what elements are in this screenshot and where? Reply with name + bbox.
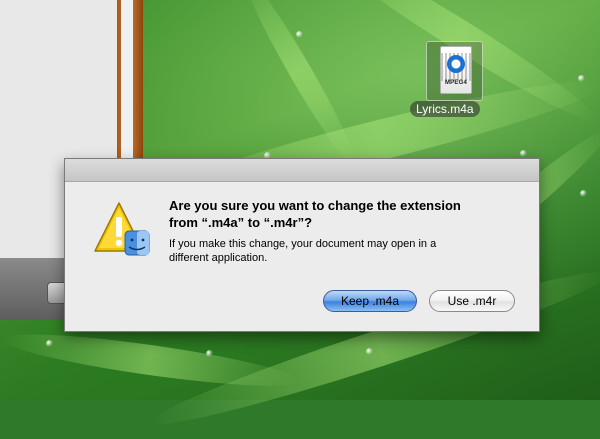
finder-face-icon [124, 230, 150, 256]
file-badge: MPEG4 [444, 80, 467, 86]
mpeg4-document-icon: MPEG4 [440, 46, 472, 94]
desktop-file-name[interactable]: Lyrics.m4a [410, 101, 480, 117]
use-new-extension-button[interactable]: Use .m4r [429, 290, 515, 312]
caution-icon [94, 202, 150, 256]
desktop-file-icon[interactable]: MPEG4 [426, 41, 483, 101]
alert-message: If you make this change, your document m… [169, 238, 437, 264]
change-extension-alert: Are you sure you want to change the exte… [64, 158, 540, 332]
quicktime-logo-icon [447, 55, 465, 73]
alert-sheet-top-edge [65, 159, 539, 182]
keep-extension-button[interactable]: Keep .m4a [323, 290, 417, 312]
alert-title: Are you sure you want to change the exte… [169, 198, 461, 230]
